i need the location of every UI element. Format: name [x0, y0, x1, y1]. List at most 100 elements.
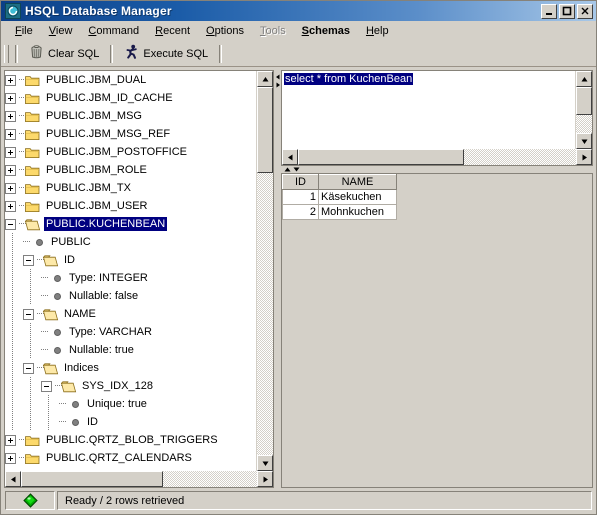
results-grid-panel[interactable]: ID NAME 1 Käsekuchen 2 Mohnkuchen: [281, 173, 593, 488]
table-row[interactable]: 2 Mohnkuchen: [282, 204, 397, 220]
sql-editor-text: select * from KuchenBean: [284, 73, 414, 85]
menu-recent[interactable]: Recent: [147, 23, 198, 39]
scroll-down-button[interactable]: [257, 455, 273, 471]
split-right-arrow-icon: [276, 82, 280, 88]
bullet-icon: [51, 344, 63, 356]
tree-node[interactable]: Type: VARCHAR: [5, 323, 256, 341]
menu-help[interactable]: Help: [358, 23, 397, 39]
tree-guide-line: [12, 395, 13, 413]
table-cell[interactable]: 2: [282, 204, 319, 220]
tree-node[interactable]: PUBLIC: [5, 233, 256, 251]
collapse-icon[interactable]: [23, 308, 34, 320]
menu-file[interactable]: File: [7, 23, 41, 39]
tree-node[interactable]: PUBLIC.QRTZ_BLOB_TRIGGERS: [5, 431, 256, 449]
tree-node[interactable]: PUBLIC.KUCHENBEAN: [5, 215, 256, 233]
menu-options[interactable]: Options: [198, 23, 252, 39]
expand-icon[interactable]: [5, 164, 16, 176]
tree-node[interactable]: PUBLIC.JBM_MSG: [5, 107, 256, 125]
hscroll-track[interactable]: [163, 471, 257, 487]
expand-icon[interactable]: [5, 470, 16, 471]
database-tree[interactable]: PUBLIC.JBM_DUAL PUBLIC.JBM_ID_CACHE PUBLIC…: [5, 71, 256, 471]
tree-node[interactable]: NAME: [5, 305, 256, 323]
sql-horizontal-scrollbar[interactable]: [282, 149, 592, 165]
scroll-up-button[interactable]: [257, 71, 273, 87]
sql-vertical-scrollbar[interactable]: [575, 71, 592, 149]
expand-icon[interactable]: [5, 200, 16, 212]
tree-node[interactable]: PUBLIC.JBM_TX: [5, 179, 256, 197]
tree-node[interactable]: PUBLIC.JBM_USER: [5, 197, 256, 215]
sql-scroll-up-button[interactable]: [576, 71, 592, 87]
menu-label: ecent: [163, 25, 191, 37]
tree-node[interactable]: Indices: [5, 359, 256, 377]
tree-node[interactable]: PUBLIC.JBM_POSTOFFICE: [5, 143, 256, 161]
tree-node[interactable]: Nullable: false: [5, 287, 256, 305]
sql-hscroll-thumb[interactable]: [298, 149, 464, 165]
tree-leaf-connector: [59, 395, 69, 413]
execute-sql-button[interactable]: Execute SQL: [116, 44, 216, 64]
tree-node[interactable]: Unique: true: [5, 395, 256, 413]
sql-hscroll-track[interactable]: [464, 149, 576, 165]
expand-icon[interactable]: [5, 452, 16, 464]
maximize-button[interactable]: [559, 3, 575, 19]
scroll-thumb[interactable]: [257, 87, 273, 173]
expand-icon[interactable]: [5, 74, 16, 86]
tree-guide-line: [12, 233, 13, 251]
results-table[interactable]: ID NAME 1 Käsekuchen 2 Mohnkuchen: [282, 174, 397, 220]
sql-scroll-left-button[interactable]: [282, 149, 298, 165]
tree-vertical-scrollbar[interactable]: [256, 71, 273, 471]
menu-command[interactable]: Command: [80, 23, 147, 39]
tree-node[interactable]: SYS_IDX_128: [5, 377, 256, 395]
tree-node[interactable]: PUBLIC.QRTZ_CALENDARS: [5, 449, 256, 467]
tree-node-label: Type: VARCHAR: [69, 326, 152, 338]
expand-icon[interactable]: [5, 434, 16, 446]
tree-horizontal-scrollbar[interactable]: [5, 471, 273, 487]
tree-node-label: PUBLIC.JBM_USER: [46, 200, 148, 212]
collapse-icon[interactable]: [41, 380, 52, 392]
column-header[interactable]: ID: [282, 174, 319, 190]
table-cell[interactable]: Käsekuchen: [318, 189, 397, 205]
sql-scroll-track[interactable]: [576, 115, 592, 133]
scroll-track[interactable]: [257, 173, 273, 455]
scroll-left-button[interactable]: [5, 471, 21, 487]
scroll-right-button[interactable]: [257, 471, 273, 487]
sql-scroll-down-button[interactable]: [576, 133, 592, 149]
table-row[interactable]: 1 Käsekuchen: [282, 189, 397, 205]
table-cell[interactable]: Mohnkuchen: [318, 204, 397, 220]
toolbar-grip[interactable]: [4, 44, 9, 63]
sql-editor-input[interactable]: select * from KuchenBean: [282, 71, 575, 149]
sql-scroll-thumb[interactable]: [576, 87, 592, 115]
hscroll-thumb[interactable]: [21, 471, 163, 487]
collapse-icon[interactable]: [23, 362, 34, 374]
tree-node[interactable]: Nullable: true: [5, 341, 256, 359]
expand-icon[interactable]: [5, 128, 16, 140]
collapse-icon[interactable]: [5, 218, 16, 230]
tree-node[interactable]: ID: [5, 413, 256, 431]
menu-schemas[interactable]: Schemas: [294, 23, 358, 39]
expand-icon[interactable]: [5, 146, 16, 158]
menu-view[interactable]: View: [41, 23, 81, 39]
tree-node[interactable]: PUBLIC.JBM_ID_CACHE: [5, 89, 256, 107]
expand-icon[interactable]: [5, 182, 16, 194]
collapse-icon[interactable]: [23, 254, 34, 266]
tree-indent: [5, 233, 23, 251]
tree-guide-line: [12, 323, 13, 341]
tree-node[interactable]: Type: INTEGER: [5, 269, 256, 287]
tree-node[interactable]: PUBLIC.JBM_DUAL: [5, 71, 256, 89]
tree-node[interactable]: PUBLIC.JBM_MSG_REF: [5, 125, 256, 143]
expand-icon[interactable]: [5, 110, 16, 122]
tree-node[interactable]: PUBLIC.JBM_ROLE: [5, 161, 256, 179]
column-header[interactable]: NAME: [318, 174, 397, 190]
toolbar: Clear SQL Execute SQL: [1, 41, 596, 67]
tree-node[interactable]: ID: [5, 251, 256, 269]
sql-scroll-right-button[interactable]: [576, 149, 592, 165]
clear-sql-button[interactable]: Clear SQL: [21, 44, 107, 64]
sql-editor-box: select * from KuchenBean: [281, 70, 593, 166]
close-button[interactable]: [577, 3, 593, 19]
horizontal-split-divider[interactable]: [281, 166, 593, 173]
minimize-button[interactable]: [541, 3, 557, 19]
table-cell[interactable]: 1: [282, 189, 319, 205]
expand-icon[interactable]: [5, 92, 16, 104]
vertical-split-divider[interactable]: [274, 70, 281, 488]
tree-node[interactable]: PUBLIC.QRTZ_CRON_TRIGGERS: [5, 467, 256, 471]
title-bar[interactable]: HSQL Database Manager: [1, 1, 596, 21]
